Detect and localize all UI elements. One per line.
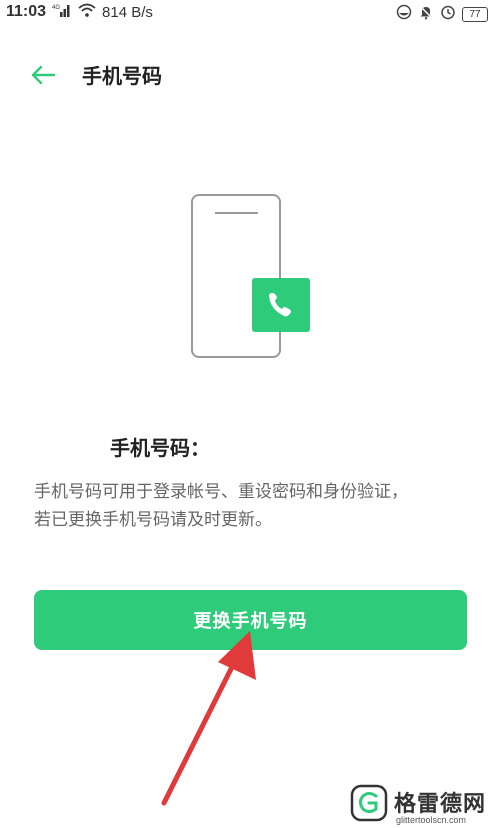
status-bar-left: 11:03 4G 814 B/s xyxy=(6,3,153,21)
status-bar-right: 77 xyxy=(396,4,488,24)
vpn-icon xyxy=(396,4,412,24)
wifi-icon xyxy=(78,3,96,21)
description-line-2: 若已更换手机号码请及时更新。 xyxy=(34,510,272,530)
signal-icon: 4G xyxy=(52,3,72,21)
watermark-name: 格雷德网 xyxy=(394,792,487,817)
watermark-logo-icon xyxy=(350,784,388,822)
page-title: 手机号码 xyxy=(82,64,162,88)
section-title: 手机号码： xyxy=(110,436,210,460)
phone-call-icon xyxy=(252,278,310,332)
battery-icon: 77 xyxy=(462,6,488,22)
description: 手机号码可用于登录帐号、重设密码和身份验证， 若已更换手机号码请及时更新。 xyxy=(34,478,474,534)
phone-illustration xyxy=(188,192,313,362)
watermark-domain: glittertoolscn.com xyxy=(396,815,467,825)
back-button[interactable] xyxy=(28,62,60,88)
app-header: 手机号码 xyxy=(0,52,500,96)
back-arrow-icon xyxy=(31,65,56,85)
network-speed: 814 B/s xyxy=(102,3,153,21)
alarm-icon xyxy=(440,4,456,24)
status-time: 11:03 xyxy=(6,3,47,20)
annotation-arrow-icon xyxy=(161,631,256,806)
status-bar: 11:03 4G 814 B/s 77 xyxy=(0,0,500,26)
bell-icon xyxy=(418,4,434,24)
svg-text:4G: 4G xyxy=(52,5,60,11)
description-line-1: 手机号码可用于登录帐号、重设密码和身份验证， xyxy=(34,482,408,502)
watermark: 格雷德网 glittertoolscn.com xyxy=(348,782,500,828)
